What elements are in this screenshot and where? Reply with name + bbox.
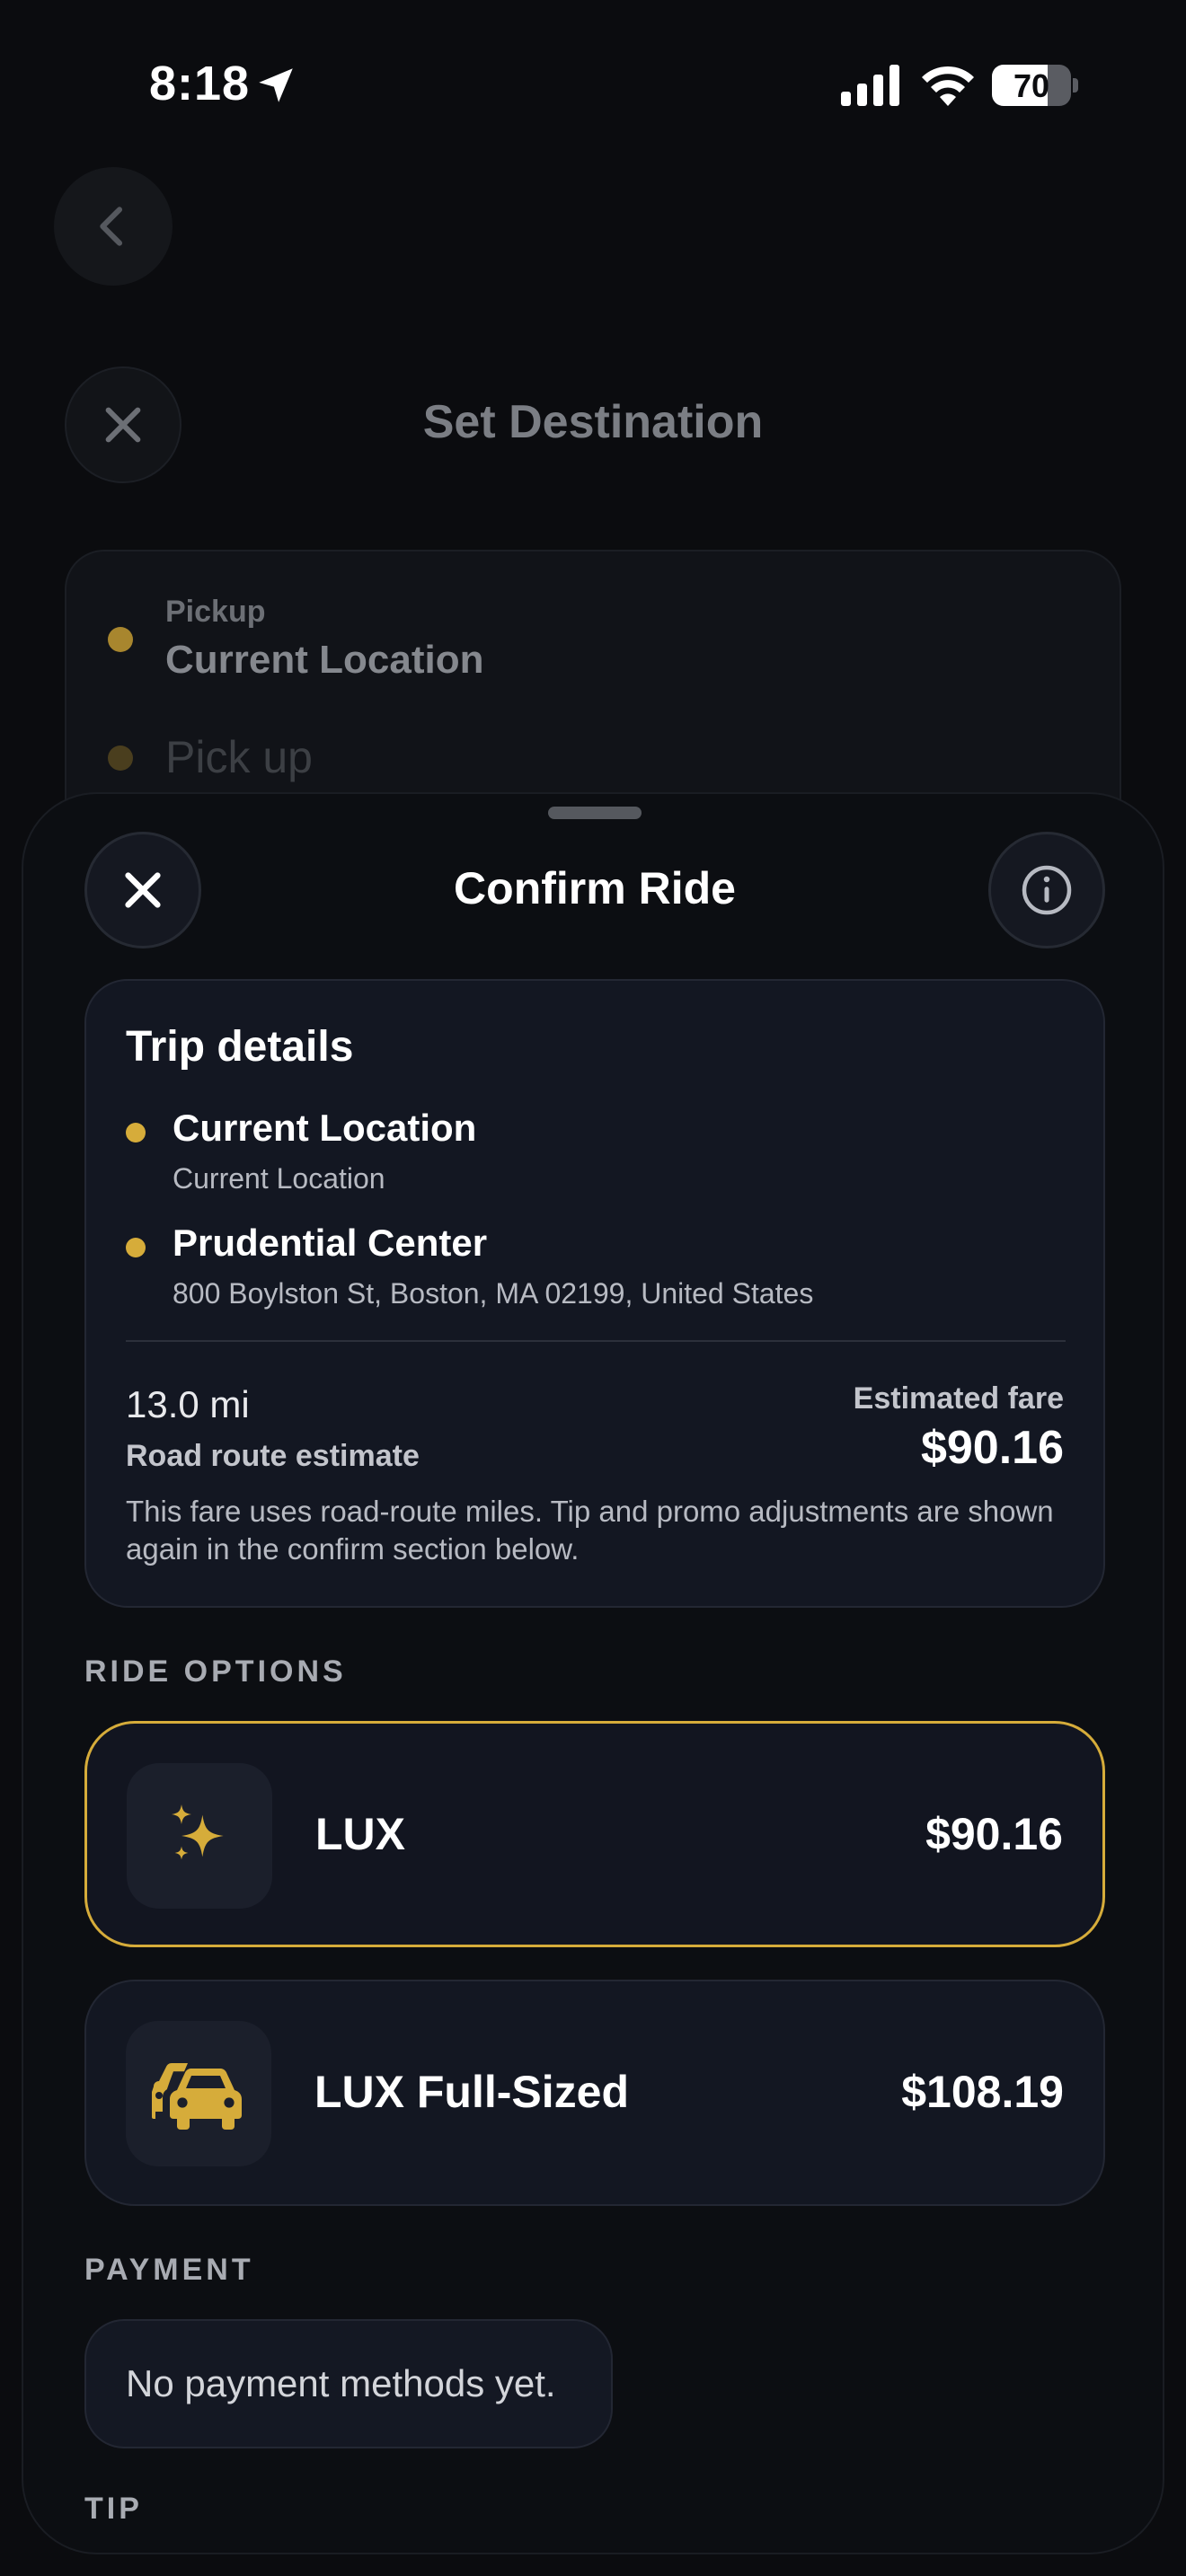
confirm-ride-sheet: Confirm Ride Trip details Current Locati… xyxy=(22,792,1164,2554)
fare-note: This fare uses road-route miles. Tip and… xyxy=(126,1495,1054,1566)
status-bar: 8:18 70 xyxy=(0,0,1186,171)
ride-option-name: LUX Full-Sized xyxy=(314,2067,629,2117)
battery-percent: 70 xyxy=(1013,67,1050,104)
origin-dot xyxy=(126,1123,146,1142)
destination-title: Set Destination xyxy=(422,396,764,448)
ride-options-label: RIDE OPTIONS xyxy=(84,1654,347,1689)
wifi-icon xyxy=(922,66,974,106)
pickup-value[interactable]: Current Location xyxy=(165,638,483,683)
ride-option-lux[interactable]: LUX $90.16 xyxy=(84,1721,1105,1947)
trip-details-heading: Trip details xyxy=(126,1023,354,1071)
destination-name: Prudential Center xyxy=(173,1222,488,1264)
close-icon xyxy=(125,872,161,908)
ride-option-price: $108.19 xyxy=(901,2067,1064,2117)
payment-label: PAYMENT xyxy=(84,2253,254,2287)
close-button[interactable] xyxy=(84,832,201,948)
battery-icon: 70 xyxy=(992,65,1078,106)
pickup-input-dot xyxy=(108,745,133,771)
sheet-title: Confirm Ride xyxy=(454,863,736,913)
divider xyxy=(126,1340,1066,1342)
destination-close-button[interactable] xyxy=(65,366,181,483)
payment-empty-text: No payment methods yet. xyxy=(126,2362,556,2404)
pickup-label: Pickup xyxy=(165,595,266,629)
origin-name: Current Location xyxy=(173,1107,477,1149)
estimated-fare-label: Estimated fare xyxy=(853,1381,1064,1416)
chevron-left-icon xyxy=(100,207,123,246)
ride-option-lux-full-sized[interactable]: LUX Full-Sized $108.19 xyxy=(84,1980,1105,2206)
status-time: 8:18 xyxy=(149,57,251,110)
sparkles-icon xyxy=(127,1763,272,1909)
estimated-fare: $90.16 xyxy=(920,1422,1064,1474)
info-icon xyxy=(1022,865,1072,915)
ride-option-name: LUX xyxy=(315,1809,405,1859)
cars-icon xyxy=(126,2021,271,2166)
trip-details-card: Trip details Current Location Current Lo… xyxy=(84,979,1105,1608)
ride-option-price: $90.16 xyxy=(925,1809,1063,1859)
trip-distance: 13.0 mi xyxy=(126,1383,250,1425)
sheet-grabber[interactable] xyxy=(548,807,642,819)
close-icon xyxy=(105,407,141,443)
trip-distance-label: Road route estimate xyxy=(126,1439,420,1473)
cellular-signal-icon xyxy=(841,65,899,106)
info-button[interactable] xyxy=(988,832,1105,948)
pickup-dot xyxy=(108,627,133,652)
payment-method-box[interactable]: No payment methods yet. xyxy=(84,2319,613,2448)
location-arrow-icon xyxy=(259,68,293,102)
destination-address: 800 Boylston St, Boston, MA 02199, Unite… xyxy=(173,1277,814,1310)
origin-address: Current Location xyxy=(173,1162,385,1195)
destination-dot xyxy=(126,1238,146,1257)
pickup-input[interactable]: Pick up xyxy=(165,731,313,783)
tip-label: TIP xyxy=(84,2492,143,2526)
back-button[interactable] xyxy=(54,167,173,286)
